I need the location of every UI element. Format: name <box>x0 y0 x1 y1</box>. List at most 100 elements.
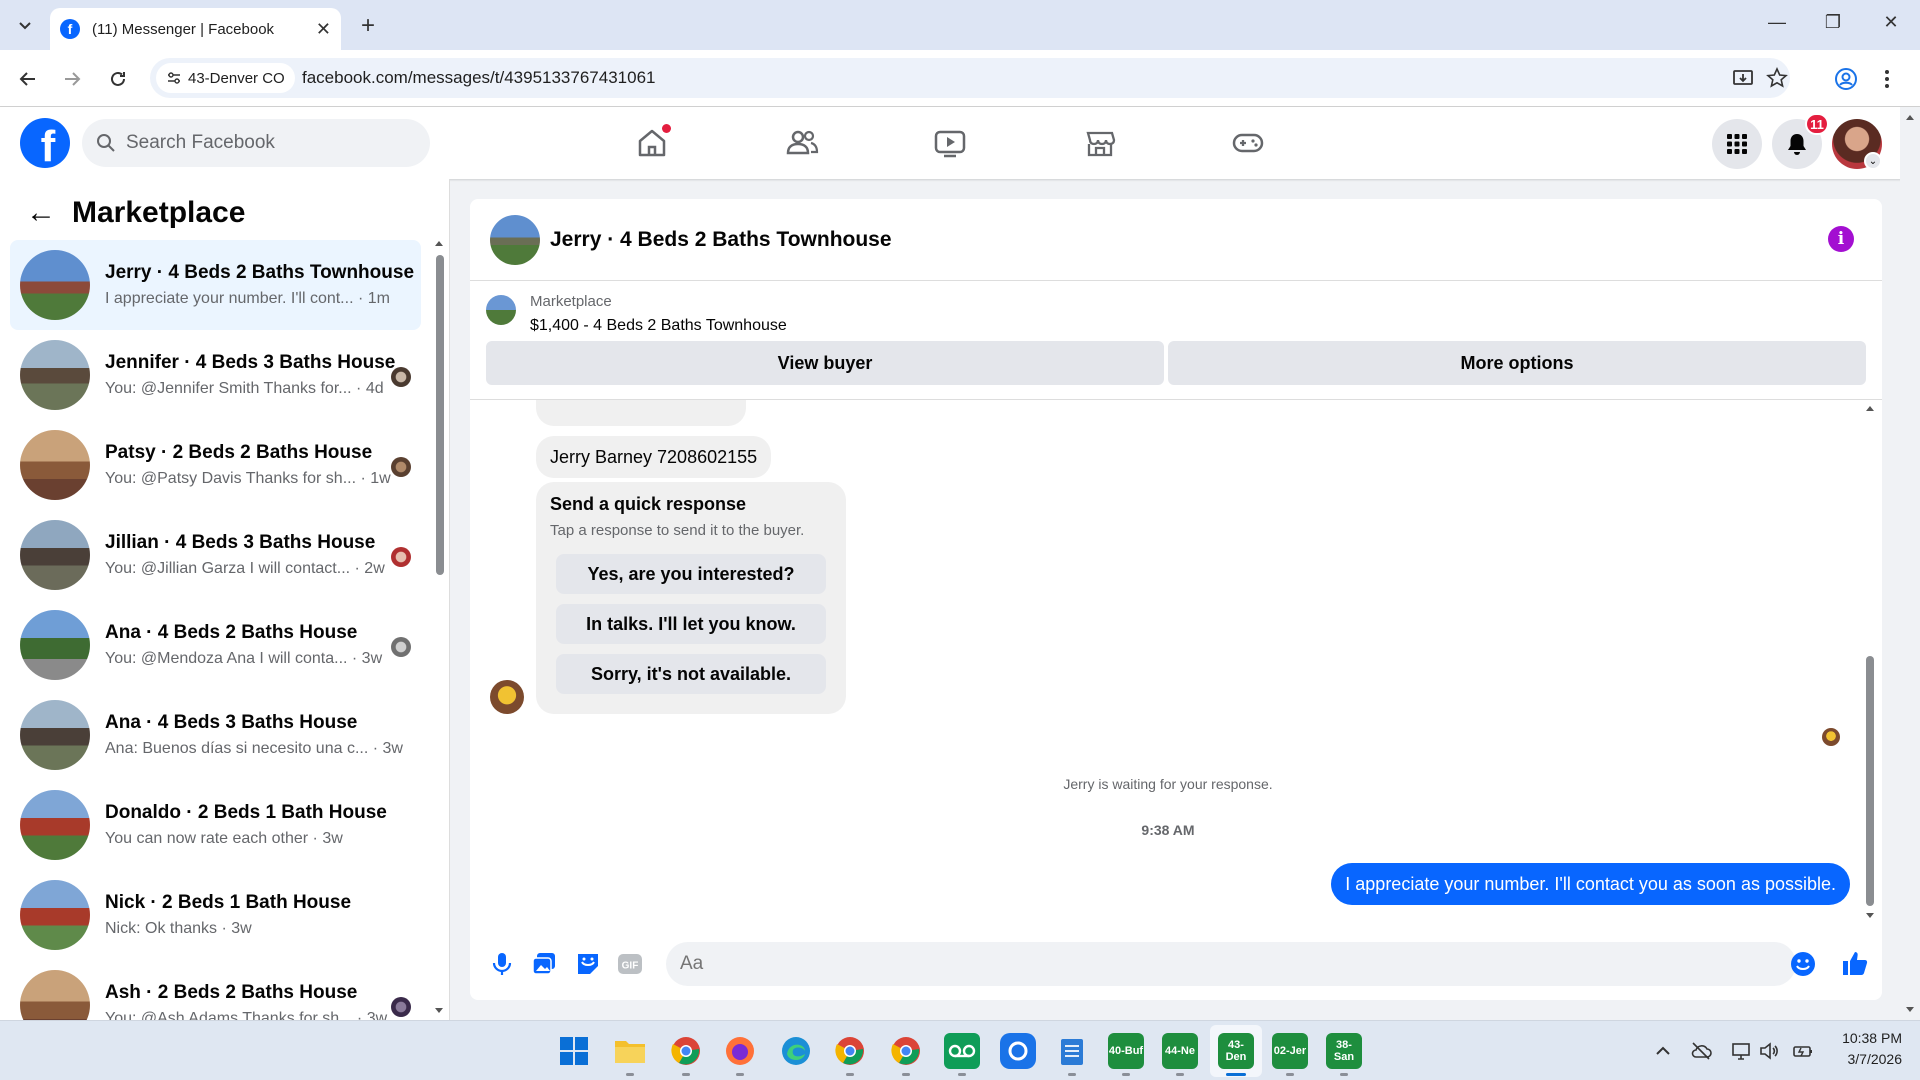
scroll-down-icon[interactable] <box>434 1007 444 1015</box>
marketplace-label: Marketplace <box>530 293 612 310</box>
listing-price-title[interactable]: $1,400 - 4 Beds 2 Baths Townhouse <box>530 317 787 335</box>
volume-icon[interactable] <box>1758 1040 1780 1062</box>
quick-response-option[interactable]: Yes, are you interested? <box>556 554 826 594</box>
marketplace-icon[interactable] <box>1082 125 1118 161</box>
facebook-search-box[interactable]: Search Facebook <box>82 119 430 167</box>
menu-button[interactable] <box>1712 119 1762 169</box>
photo-icon[interactable] <box>530 950 558 978</box>
tune-icon <box>168 72 180 84</box>
install-app-icon[interactable] <box>1732 67 1754 89</box>
gaming-icon[interactable] <box>1230 125 1266 161</box>
running-indicator <box>736 1073 744 1076</box>
microphone-icon[interactable] <box>488 950 516 978</box>
participant-avatar <box>391 637 411 657</box>
apps-grid-icon <box>1727 134 1747 154</box>
scroll-up-icon[interactable] <box>1865 404 1875 412</box>
conversation-item[interactable]: Ana · 4 Beds 3 Baths House Ana: Buenos dí… <box>10 690 421 780</box>
restore-button[interactable]: ❐ <box>1818 12 1848 33</box>
message-composer: GIF <box>470 934 1882 1000</box>
sheet-app-button[interactable]: 43-Den <box>1218 1033 1254 1069</box>
folder-icon <box>615 1041 645 1063</box>
site-info-chip[interactable]: 43-Denver CO <box>156 63 295 93</box>
conversation-item[interactable]: Donaldo · 2 Beds 1 Bath House You can now… <box>10 780 421 870</box>
reload-button[interactable] <box>104 65 132 93</box>
conversation-item[interactable]: Jennifer · 4 Beds 3 Baths House You: @Jen… <box>10 330 421 420</box>
new-tab-button[interactable]: + <box>355 12 381 40</box>
scroll-down-icon[interactable] <box>1905 1006 1915 1014</box>
quick-response-subtitle: Tap a response to send it to the buyer. <box>550 522 805 539</box>
page-scrollbar[interactable] <box>1900 107 1920 1020</box>
quick-response-option[interactable]: Sorry, it's not available. <box>556 654 826 694</box>
chrome-profile-button[interactable] <box>888 1033 924 1069</box>
chat-scroll-thumb[interactable] <box>1866 656 1874 906</box>
close-tab-icon[interactable]: ✕ <box>316 19 331 40</box>
sidebar-scroll-thumb[interactable] <box>436 255 444 575</box>
browser-tab[interactable]: f (11) Messenger | Facebook ✕ <box>50 8 341 50</box>
scroll-up-icon[interactable] <box>1905 113 1915 121</box>
facebook-logo-icon[interactable]: f <box>20 118 70 168</box>
gif-icon[interactable]: GIF <box>616 950 644 978</box>
tab-search-button[interactable] <box>10 10 40 40</box>
chrome-profile-button[interactable] <box>832 1033 868 1069</box>
conversation-name: Jennifer · 4 Beds 3 Baths House <box>105 352 396 373</box>
start-button[interactable] <box>556 1033 592 1069</box>
clock-date[interactable]: 3/7/2026 <box>1822 1051 1903 1067</box>
chrome-app-button[interactable] <box>668 1033 704 1069</box>
clock-time[interactable]: 10:38 PM <box>1822 1030 1902 1046</box>
message-input[interactable] <box>666 942 1796 986</box>
bookmark-star-icon[interactable] <box>1766 67 1788 89</box>
sheet-app-button[interactable]: 02-Jer <box>1272 1033 1308 1069</box>
back-button[interactable] <box>14 65 42 93</box>
emoji-icon[interactable] <box>1790 951 1816 977</box>
chat-avatar[interactable] <box>490 215 540 265</box>
address-bar[interactable]: 43-Denver CO facebook.com/messages/t/439… <box>150 58 1790 98</box>
conversation-item[interactable]: Ana · 4 Beds 2 Baths House You: @Mendoza … <box>10 600 421 690</box>
info-icon[interactable]: i <box>1828 226 1854 252</box>
forward-button[interactable] <box>58 65 86 93</box>
sheet-app-button[interactable]: 40-Buf <box>1108 1033 1144 1069</box>
close-window-button[interactable]: ✕ <box>1876 12 1906 33</box>
conversation-item[interactable]: Jillian · 4 Beds 3 Baths House You: @Jill… <box>10 510 421 600</box>
edge-app-button[interactable] <box>778 1033 814 1069</box>
notepad-app-button[interactable] <box>1054 1033 1090 1069</box>
video-icon[interactable] <box>932 125 968 161</box>
network-icon[interactable] <box>1730 1040 1752 1062</box>
sticker-icon[interactable] <box>574 950 602 978</box>
chat-title[interactable]: Jerry · 4 Beds 2 Baths Townhouse <box>550 228 892 252</box>
minimize-button[interactable]: — <box>1762 12 1792 33</box>
chat-header: Jerry · 4 Beds 2 Baths Townhouse i <box>470 199 1882 281</box>
more-vert-icon[interactable] <box>1882 67 1892 91</box>
thumbs-up-icon[interactable] <box>1840 948 1870 978</box>
profile-icon[interactable] <box>1834 67 1858 91</box>
chevron-down-icon[interactable]: ⌄ <box>1864 152 1882 170</box>
notepad-icon <box>1061 1039 1083 1065</box>
firefox-app-button[interactable] <box>722 1033 758 1069</box>
back-arrow-icon[interactable]: ← <box>26 196 56 230</box>
running-indicator <box>1122 1073 1130 1076</box>
cloud-off-icon[interactable] <box>1690 1040 1712 1062</box>
conversation-item[interactable]: Patsy · 2 Beds 2 Baths House You: @Patsy … <box>10 420 421 510</box>
battery-icon[interactable] <box>1792 1040 1814 1062</box>
chevron-up-icon[interactable] <box>1652 1040 1674 1062</box>
conversation-preview: You: @Jennifer Smith Thanks for... · 4d <box>105 380 384 397</box>
listing-thumbnail <box>20 880 90 950</box>
url-text[interactable]: facebook.com/messages/t/4395133767431061 <box>302 68 655 88</box>
scroll-up-icon[interactable] <box>434 239 444 247</box>
listing-thumbnail <box>20 250 90 320</box>
conversation-item[interactable]: Jerry · 4 Beds 2 Baths Townhouse I apprec… <box>10 240 421 330</box>
scroll-down-icon[interactable] <box>1865 912 1875 920</box>
sheet-app-button[interactable]: 44-Ne <box>1162 1033 1198 1069</box>
file-explorer-button[interactable] <box>612 1033 648 1069</box>
more-options-button[interactable]: More options <box>1168 341 1866 385</box>
browser-tab-bar: f (11) Messenger | Facebook ✕ + — ❐ ✕ <box>0 0 1920 50</box>
quick-response-option[interactable]: In talks. I'll let you know. <box>556 604 826 644</box>
sheet-app-button[interactable]: 38-San <box>1326 1033 1362 1069</box>
voicemail-app-button[interactable] <box>944 1033 980 1069</box>
lens-app-button[interactable] <box>1000 1033 1036 1069</box>
view-buyer-button[interactable]: View buyer <box>486 341 1164 385</box>
friends-icon[interactable] <box>784 125 820 161</box>
conversation-item[interactable]: Ash · 2 Beds 2 Baths House You: @Ash Adam… <box>10 960 421 1020</box>
conversation-name: Jillian · 4 Beds 3 Baths House <box>105 532 376 553</box>
conversation-item[interactable]: Nick · 2 Beds 1 Bath House Nick: Ok thank… <box>10 870 421 960</box>
conversation-name: Ash · 2 Beds 2 Baths House <box>105 982 358 1003</box>
